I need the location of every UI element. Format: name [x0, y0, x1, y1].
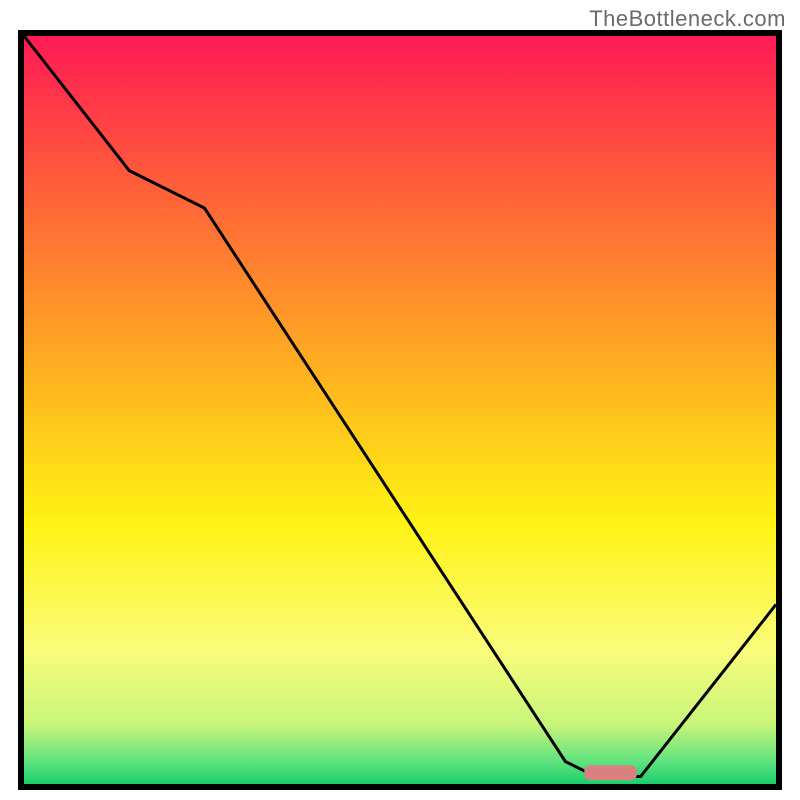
optimal-marker [584, 765, 637, 780]
gradient-background [24, 36, 776, 784]
bottleneck-chart [24, 36, 776, 784]
watermark-text: TheBottleneck.com [589, 6, 786, 32]
chart-frame [18, 30, 782, 790]
